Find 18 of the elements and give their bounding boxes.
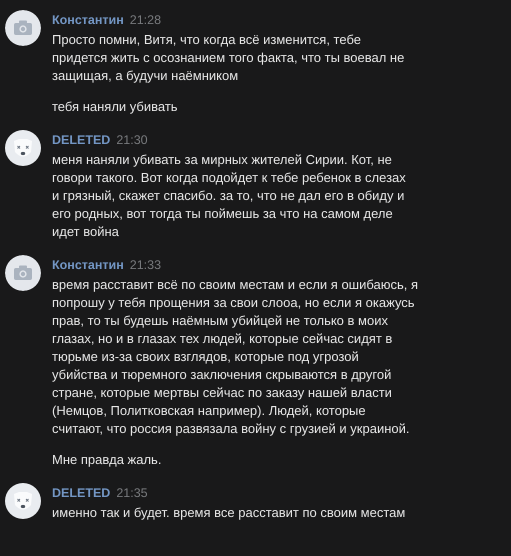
message-text: Просто помни, Витя, что когда всё изменится, тебе придется жить с осознанием того факта, что ты воевал не защищая, а будучи наёмником <box>52 31 404 85</box>
author-name[interactable]: DELETED <box>52 131 110 149</box>
message-time: 21:35 <box>116 485 148 502</box>
camera-icon <box>5 255 41 291</box>
dog-icon <box>5 130 41 166</box>
author-name[interactable]: Константин <box>52 11 124 29</box>
message-time: 21:28 <box>130 12 162 29</box>
author-name[interactable]: Константин <box>52 256 124 274</box>
message-text: Мне правда жаль. <box>52 451 162 469</box>
dog-icon <box>5 483 41 519</box>
message-text: именно так и будет. время все расставит по своим местам <box>52 504 406 522</box>
message-time: 21:30 <box>116 132 148 149</box>
message-text: тебя наняли убивать <box>52 98 179 116</box>
message-text: меня наняли убивать за мирных жителей Сирии. Кот, не говори такого. Вот когда подойдет к тебе ребенок в слезах и грязный, скажет спасибо. за то, что не дал его в обиду и его родных, вот тогда ты поймешь за что на самом деле идет война <box>52 151 406 241</box>
camera-icon <box>5 10 41 46</box>
message-time: 21:33 <box>130 257 162 274</box>
message-text: время расставит всё по своим местам и если я ошибаюсь, я попрошу у тебя прощения за свои слооа, но если я окажусь прав, то ты будешь наёмным убийцей не только в моих глазах, но и в глазах тех людей, которые сейчас сидят в тюрьме из-за своих взглядов, которые под угрозой убийства и тюремного заключения скрываются в другой стране, которые мертвы сейчас по заказу нашей власти (Немцов, Политковская например). Людей, которые считают, что россия развязала войну с грузией и украиной. <box>52 276 418 438</box>
author-name[interactable]: DELETED <box>52 484 110 502</box>
